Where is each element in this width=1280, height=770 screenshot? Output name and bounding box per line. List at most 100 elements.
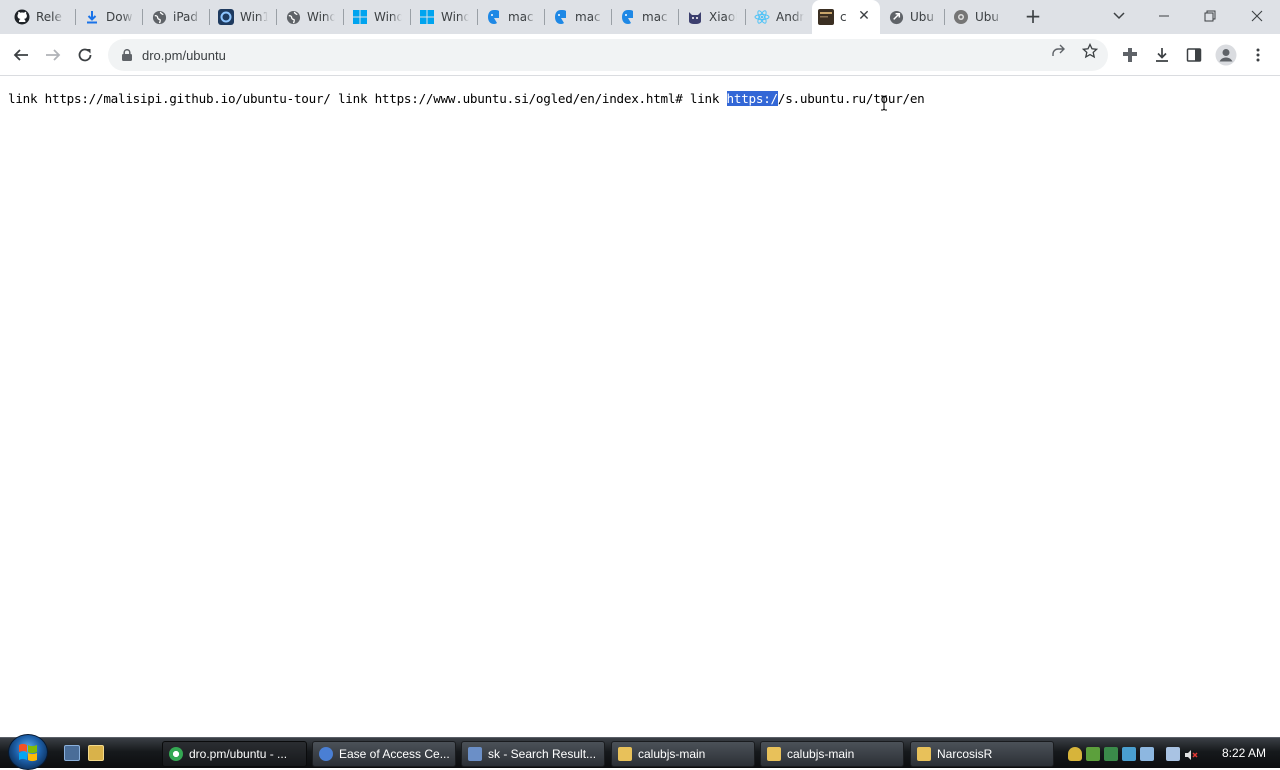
taskbar-item-folder[interactable]: calubjs-main (760, 741, 904, 767)
selected-text[interactable]: https:/ (726, 91, 778, 106)
taskbar-item-folder[interactable]: calubjs-main (611, 741, 755, 767)
page-content: link https://malisipi.github.io/ubuntu-t… (0, 77, 1280, 737)
tab-2[interactable]: Dow (78, 2, 142, 32)
chevron-down-icon (1113, 12, 1125, 20)
tray-app-icon[interactable] (1122, 746, 1136, 761)
text-cursor-icon (881, 95, 887, 111)
back-arrow-icon (13, 49, 28, 61)
profile-avatar-icon[interactable] (1211, 40, 1241, 70)
github-icon (14, 9, 30, 25)
tab-11-title: Xiaol (709, 10, 737, 24)
tab-4-title: Win1 (240, 10, 268, 24)
tab-separator (209, 9, 210, 25)
minimize-button[interactable] (1141, 0, 1187, 32)
globe-icon (151, 9, 167, 25)
address-bar[interactable]: dro.pm/ubuntu (108, 39, 1108, 71)
tab-separator (678, 9, 679, 25)
tab-4[interactable]: Win1 (212, 2, 276, 32)
taskbar-item-label: sk - Search Result... (488, 747, 597, 761)
browser-toolbar: dro.pm/ubuntu (0, 34, 1280, 76)
downloads-icon[interactable] (1147, 40, 1177, 70)
forward-button[interactable] (38, 40, 68, 70)
search-window-icon (468, 747, 482, 761)
tab-13-active[interactable]: c ✕ (812, 0, 880, 34)
tab-12[interactable]: Andr (748, 2, 812, 32)
tab-separator (745, 9, 746, 25)
show-desktop-icon[interactable] (64, 745, 80, 761)
text-before-selection: link https://malisipi.github.io/ubuntu-t… (8, 91, 727, 106)
taskbar-item-browser[interactable]: dro.pm/ubuntu - ... (162, 741, 307, 767)
bookmark-star-icon[interactable] (1081, 42, 1099, 60)
forward-arrow-icon (46, 49, 61, 61)
download-icon (84, 9, 100, 25)
taskbar-item-ease-of-access[interactable]: Ease of Access Ce... (312, 741, 456, 767)
taskbar-item-label: calubjs-main (638, 747, 706, 761)
tab-3-title: iPad (173, 10, 199, 24)
taskbar-item-search-results[interactable]: sk - Search Result... (461, 741, 605, 767)
clock[interactable]: 8:22 AM (1222, 746, 1266, 760)
finder-icon (620, 9, 636, 25)
tab-1[interactable]: Rele (8, 2, 70, 32)
tab-1-title: Rele (36, 10, 62, 24)
quick-launch-icon[interactable] (88, 745, 104, 761)
close-tab-icon[interactable]: ✕ (856, 8, 872, 24)
chrome-icon (169, 747, 183, 761)
windows-icon (419, 9, 435, 25)
restore-button[interactable] (1187, 0, 1233, 32)
tray-app-icon[interactable] (1104, 746, 1118, 761)
lock-icon[interactable] (120, 48, 134, 62)
tab-8[interactable]: mac (480, 2, 544, 32)
taskbar-item-label: NarcosisR (937, 747, 993, 761)
taskbar-item-folder[interactable]: NarcosisR (910, 741, 1054, 767)
taskbar-item-label: calubjs-main (787, 747, 855, 761)
tab-12-title: Andr (776, 10, 804, 24)
text-after-selection: /s.ubuntu.ru/tour/en (777, 91, 925, 106)
back-button[interactable] (6, 40, 36, 70)
folder-icon (618, 747, 632, 761)
tab-separator (142, 9, 143, 25)
tab-9[interactable]: mac (547, 2, 611, 32)
plain-text-content[interactable]: link https://malisipi.github.io/ubuntu-t… (8, 91, 925, 106)
tab-11[interactable]: Xiaol (681, 2, 745, 32)
network-icon[interactable] (1166, 746, 1180, 761)
taskbar-item-label: Ease of Access Ce... (339, 747, 450, 761)
tab-9-title: mac (575, 10, 601, 24)
windows-taskbar: dro.pm/ubuntu - ... Ease of Access Ce...… (0, 734, 1280, 770)
tab-separator (343, 9, 344, 25)
share-icon[interactable] (1049, 42, 1067, 60)
tab-6-title: Wind (374, 10, 402, 24)
security-shield-icon[interactable] (1068, 746, 1082, 761)
tab-strip: Rele Dow iPad Win1 Wind Wind Wind mac ma… (0, 0, 1280, 34)
tab-14-title: Ubu (910, 10, 935, 24)
folder-icon (767, 747, 781, 761)
tab-5[interactable]: Wind (279, 2, 343, 32)
tray-app-icon[interactable] (1140, 746, 1154, 761)
side-panel-icon[interactable] (1179, 40, 1209, 70)
globe-icon (285, 9, 301, 25)
tray-app-icon[interactable] (1086, 746, 1100, 761)
tab-8-title: mac (508, 10, 534, 24)
tab-3[interactable]: iPad (145, 2, 209, 32)
folder-icon (917, 747, 931, 761)
menu-kebab-icon[interactable] (1243, 40, 1273, 70)
url-text[interactable]: dro.pm/ubuntu (142, 48, 226, 63)
terminal-icon (818, 9, 834, 25)
extension-icon[interactable] (1115, 40, 1145, 70)
tab-2-title: Dow (106, 10, 133, 24)
volume-muted-icon[interactable] (1184, 747, 1198, 761)
finder-icon (486, 9, 502, 25)
tab-10[interactable]: mac (614, 2, 678, 32)
tab-search-button[interactable] (1108, 6, 1130, 26)
reload-button[interactable] (70, 40, 100, 70)
new-tab-button[interactable]: + (1022, 6, 1044, 28)
close-window-button[interactable] (1234, 0, 1280, 32)
tab-6[interactable]: Wind (346, 2, 410, 32)
tab-15[interactable]: Ubu (947, 2, 1011, 32)
start-button[interactable] (8, 734, 48, 770)
tab-10-title: mac (642, 10, 668, 24)
tab-14[interactable]: Ubu (882, 2, 944, 32)
tab-7[interactable]: Wind (413, 2, 477, 32)
tab-15-title: Ubu (975, 10, 1000, 24)
reload-icon (78, 48, 92, 62)
tab-separator (75, 9, 76, 25)
